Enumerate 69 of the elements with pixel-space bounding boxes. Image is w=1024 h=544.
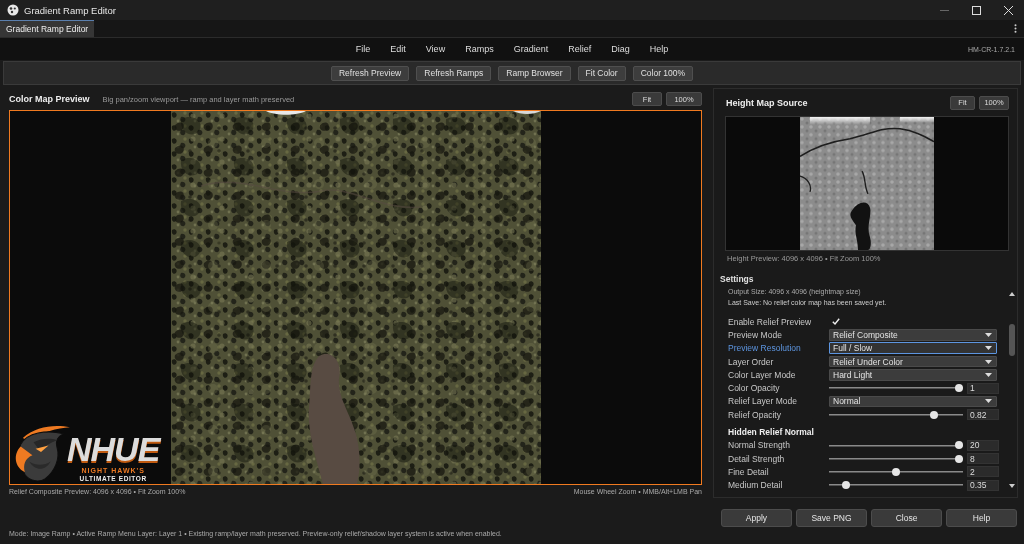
caret-down-icon <box>985 399 992 404</box>
section-heading: Hidden Relief Normal <box>728 427 814 437</box>
toolbar-button[interactable]: Fit Color <box>577 65 626 81</box>
more-options-icon[interactable] <box>1014 24 1017 33</box>
menu-item[interactable]: Ramps <box>455 41 504 57</box>
setting-label: Preview Resolution <box>728 343 802 354</box>
checkbox[interactable] <box>831 316 841 327</box>
dropdown[interactable]: Normal <box>829 395 997 408</box>
section-title: Settings <box>719 273 755 286</box>
scroll-up-icon[interactable] <box>1008 292 1015 296</box>
value-field[interactable]: 1 <box>967 382 999 394</box>
slider-thumb[interactable] <box>841 481 850 490</box>
menu-item[interactable]: Diag <box>601 41 640 57</box>
menu-item[interactable]: View <box>415 41 456 57</box>
dialog-button[interactable]: Save PNG <box>796 509 867 527</box>
dialog-button[interactable]: Close <box>871 509 942 527</box>
menu-item[interactable]: File <box>345 41 381 57</box>
dropdown[interactable]: Relief Under Color <box>829 355 997 368</box>
toolbar-button[interactable]: Color 100% <box>632 65 694 81</box>
value-field[interactable]: 8 <box>967 453 999 465</box>
toolbar-button[interactable]: Refresh Preview <box>330 65 410 81</box>
value-field[interactable]: 20 <box>967 439 999 451</box>
caret-down-icon <box>985 332 992 337</box>
value-field[interactable]: 0.82 <box>967 409 999 421</box>
menu-item[interactable]: Gradient <box>503 41 559 57</box>
setting-label: Enable Relief Preview <box>728 316 813 327</box>
setting-label: Relief Layer Mode <box>728 396 798 407</box>
check-icon <box>832 318 840 326</box>
scroll-down-icon[interactable] <box>1008 484 1015 488</box>
panel-title: Color Map Preview <box>9 94 90 104</box>
app-icon <box>7 4 19 16</box>
setting-label: Relief Opacity <box>728 409 782 420</box>
panel-title: Height Map Source <box>726 97 808 108</box>
setting-label: Normal Strength <box>728 440 791 451</box>
setting-label: Color Layer Mode <box>728 369 797 380</box>
setting-label: Medium Detail <box>728 480 784 491</box>
slider[interactable] <box>829 383 963 393</box>
setting-label: Layer Order <box>728 356 775 367</box>
slider-thumb[interactable] <box>955 384 963 393</box>
menu-item[interactable]: Help <box>639 41 679 57</box>
maximize-icon <box>971 5 981 15</box>
caret-down-icon <box>985 372 992 377</box>
scrollbar-thumb[interactable] <box>1008 324 1015 356</box>
value-field[interactable]: 2 <box>967 466 999 478</box>
setting-label: Fine Detail <box>728 466 770 477</box>
dropdown[interactable]: Hard Light <box>829 369 997 381</box>
close-icon <box>1003 5 1013 15</box>
slider-thumb[interactable] <box>955 441 963 450</box>
slider-thumb[interactable] <box>892 467 900 476</box>
caret-down-icon <box>985 359 992 364</box>
tab[interactable]: Gradient Ramp Editor <box>0 20 95 37</box>
slider-thumb[interactable] <box>929 410 938 419</box>
dialog-button[interactable]: Help <box>946 509 1017 527</box>
toolbar-button[interactable]: Refresh Ramps <box>416 65 492 81</box>
dropdown[interactable]: Full / Slow <box>829 342 997 354</box>
setting-label: Preview Mode <box>728 329 783 340</box>
setting-label: Color Opacity <box>728 383 781 394</box>
menu-item[interactable]: Relief <box>558 41 602 57</box>
value-field[interactable]: 0.35 <box>967 479 999 491</box>
height-map-viewport[interactable] <box>725 116 1009 251</box>
logo-wordmark: NHUE <box>67 434 160 464</box>
window-title: Gradient Ramp Editor <box>24 4 116 16</box>
dialog-button[interactable]: Apply <box>721 509 792 527</box>
menu-item[interactable]: Edit <box>380 41 416 57</box>
caret-down-icon <box>985 346 992 351</box>
setting-label: Detail Strength <box>728 453 786 464</box>
slider-thumb[interactable] <box>955 454 963 463</box>
toolbar-button[interactable]: Ramp Browser <box>498 65 571 81</box>
dropdown[interactable]: Relief Composite <box>829 329 997 341</box>
